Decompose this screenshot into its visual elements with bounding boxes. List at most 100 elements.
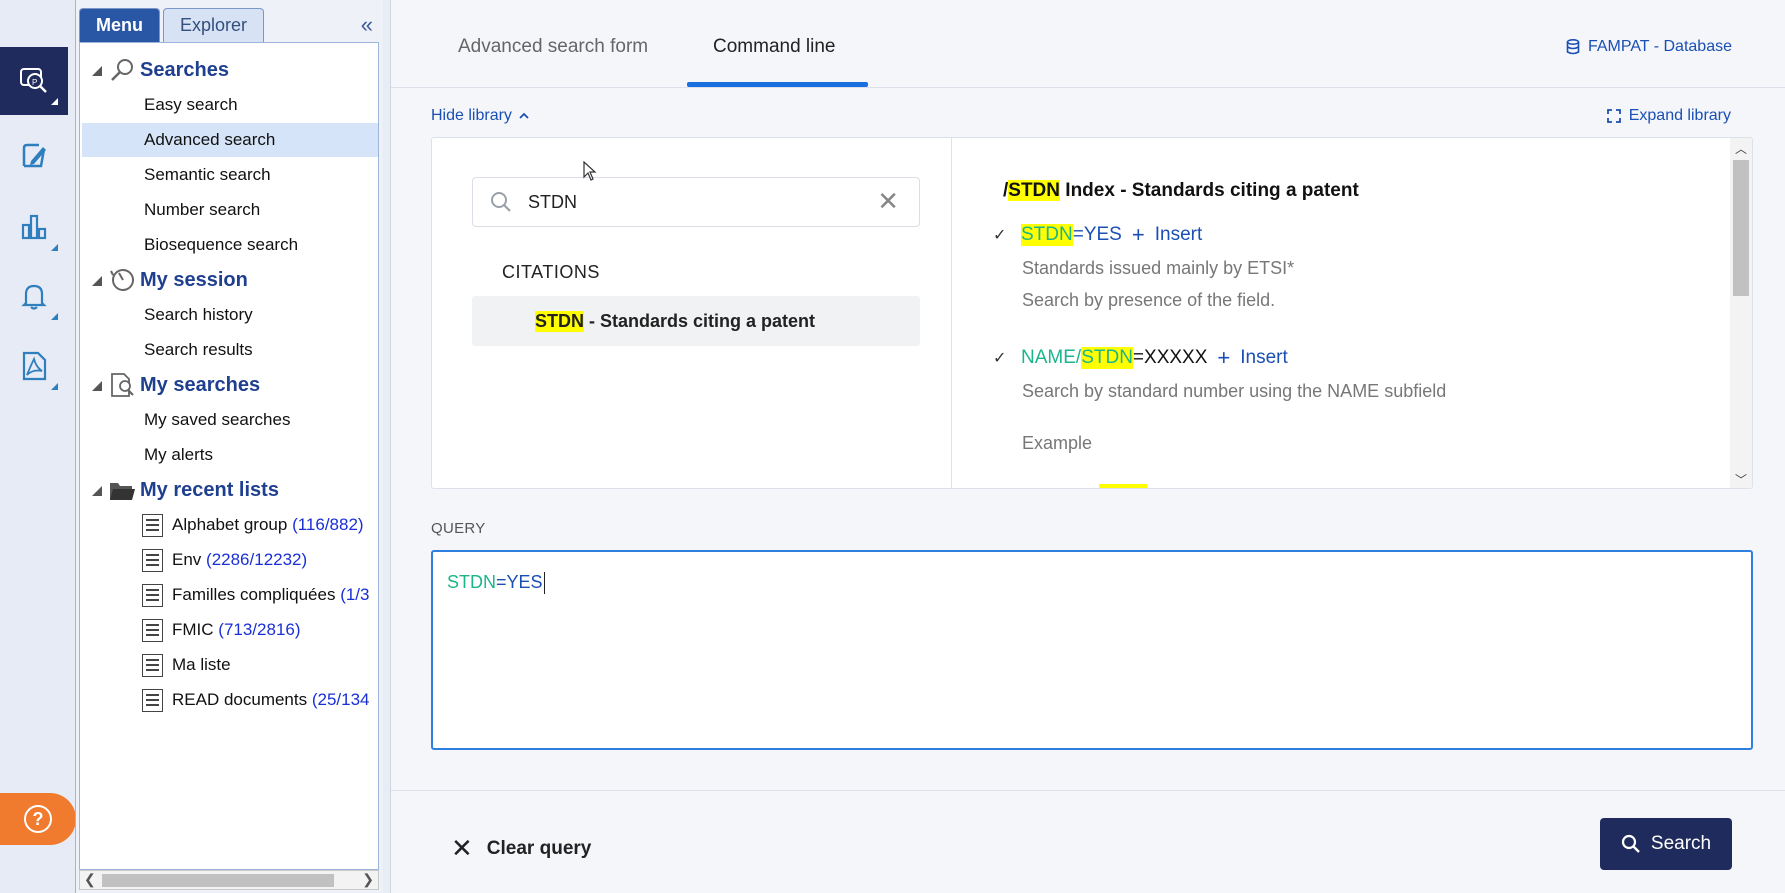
scrollbar-thumb[interactable] bbox=[102, 874, 334, 887]
insert-button[interactable]: Insert bbox=[1155, 224, 1203, 246]
rail-analytics-button[interactable] bbox=[0, 193, 68, 261]
main-panel: Advanced search form Command line FAMPAT… bbox=[390, 0, 1785, 893]
rail-edit-button[interactable] bbox=[0, 122, 68, 190]
scroll-up-icon[interactable]: ︿ bbox=[1735, 140, 1747, 157]
sidebar-item-easy-search[interactable]: Easy search bbox=[82, 88, 378, 122]
horizontal-scrollbar[interactable]: ❮ ❯ bbox=[79, 870, 379, 890]
hide-library-label: Hide library bbox=[431, 107, 512, 124]
section-my-recent-lists[interactable]: My recent lists bbox=[80, 474, 378, 506]
sidebar-item-my-alerts[interactable]: My alerts bbox=[82, 438, 378, 472]
index-title-code: STDN bbox=[1008, 180, 1061, 201]
expand-triangle-icon[interactable] bbox=[92, 276, 102, 286]
list-name: FMIC bbox=[172, 620, 214, 639]
recent-list-item[interactable]: Ma liste bbox=[82, 648, 378, 682]
query-editor[interactable]: STDN=YES bbox=[431, 550, 1753, 750]
navigation-tree: Searches Easy search Advanced search Sem… bbox=[79, 42, 379, 870]
expand-library-label: Expand library bbox=[1628, 107, 1731, 124]
close-icon: ✕ bbox=[451, 833, 473, 863]
section-searches[interactable]: Searches bbox=[80, 54, 378, 86]
scroll-left-icon[interactable]: ❮ bbox=[84, 871, 96, 888]
tab-advanced-search-form[interactable]: Advanced search form bbox=[458, 36, 648, 58]
syntax-prefix: NAME/ bbox=[1021, 347, 1082, 368]
sidebar-item-number-search[interactable]: Number search bbox=[82, 193, 378, 227]
library-result-item[interactable]: STDN - Standards citing a patent bbox=[472, 296, 920, 346]
section-label: Searches bbox=[140, 58, 229, 81]
scrollbar-thumb[interactable] bbox=[1733, 160, 1749, 296]
query-label: QUERY bbox=[431, 520, 486, 537]
action-bar: ✕ Clear query Search bbox=[391, 790, 1785, 893]
expand-triangle-icon[interactable] bbox=[92, 381, 102, 391]
check-icon: ✓ bbox=[993, 350, 1007, 367]
bell-icon bbox=[21, 284, 47, 310]
recent-list-item[interactable]: Familles compliquées (1/3 bbox=[82, 578, 378, 612]
search-icon bbox=[1621, 834, 1640, 853]
insert-button[interactable]: Insert bbox=[1240, 347, 1288, 369]
sidebar-item-biosequence-search[interactable]: Biosequence search bbox=[82, 228, 378, 262]
saved-search-icon bbox=[111, 373, 134, 397]
database-icon bbox=[1566, 39, 1580, 55]
section-my-searches[interactable]: My searches bbox=[80, 369, 378, 401]
database-selector[interactable]: FAMPAT - Database bbox=[1566, 38, 1732, 56]
tab-command-line[interactable]: Command line bbox=[713, 36, 836, 58]
section-label: My session bbox=[140, 268, 248, 291]
index-detail: /STDN Index - Standards citing a patent … bbox=[953, 138, 1743, 488]
magnifier-icon bbox=[111, 59, 133, 81]
list-name: Familles compliquées bbox=[172, 585, 336, 604]
active-tab-indicator bbox=[687, 82, 868, 87]
library-search-input[interactable] bbox=[528, 188, 858, 216]
clear-query-button[interactable]: ✕ Clear query bbox=[451, 833, 591, 864]
patent-search-icon: P bbox=[20, 68, 47, 93]
list-count: (1/3 bbox=[340, 585, 370, 604]
sidebar-item-semantic-search[interactable]: Semantic search bbox=[82, 158, 378, 192]
expand-triangle-icon[interactable] bbox=[92, 486, 102, 496]
list-name: Alphabet group bbox=[172, 515, 288, 534]
sidebar-tab-menu[interactable]: Menu bbox=[79, 8, 160, 42]
hide-library-link[interactable]: Hide library bbox=[431, 107, 530, 125]
expand-library-link[interactable]: Expand library bbox=[1606, 107, 1731, 125]
syntax-suffix: =YES bbox=[1072, 224, 1122, 245]
sidebar-item-search-history[interactable]: Search history bbox=[82, 298, 378, 332]
result-text: - Standards citing a patent bbox=[584, 310, 816, 331]
clear-search-icon[interactable]: ✕ bbox=[877, 188, 899, 214]
mouse-cursor-icon bbox=[583, 161, 597, 181]
edit-icon bbox=[22, 143, 46, 168]
insert-plus-icon[interactable]: + bbox=[1132, 222, 1145, 248]
sidebar-item-advanced-search[interactable]: Advanced search bbox=[82, 123, 378, 157]
help-icon: ? bbox=[24, 805, 52, 833]
recent-list-item[interactable]: READ documents (25/134 bbox=[82, 683, 378, 717]
library-search-box[interactable]: ✕ bbox=[472, 177, 920, 227]
list-count: (713/2816) bbox=[218, 620, 301, 639]
list-name: Ma liste bbox=[172, 655, 231, 674]
index-title-text: Index - Standards citing a patent bbox=[1060, 180, 1359, 201]
recent-list-item[interactable]: Env (2286/12232) bbox=[82, 543, 378, 577]
scroll-right-icon[interactable]: ❯ bbox=[362, 871, 374, 888]
sidebar-item-search-results[interactable]: Search results bbox=[82, 333, 378, 367]
sidebar-tab-explorer[interactable]: Explorer bbox=[163, 8, 265, 42]
collapse-sidebar-icon[interactable]: « bbox=[361, 12, 373, 38]
rail-alerts-button[interactable] bbox=[0, 262, 68, 330]
query-text[interactable]: STDN=YES bbox=[447, 572, 545, 595]
scroll-down-icon[interactable]: ﹀ bbox=[1735, 471, 1747, 488]
help-button[interactable]: ? bbox=[0, 793, 76, 845]
list-document-icon bbox=[142, 514, 163, 537]
recent-list-item[interactable]: Alphabet group (116/882) bbox=[82, 508, 378, 542]
section-my-session[interactable]: My session bbox=[80, 264, 378, 296]
list-document-icon bbox=[142, 654, 163, 677]
search-button[interactable]: Search bbox=[1600, 818, 1732, 870]
list-name: READ documents bbox=[172, 690, 308, 709]
rail-patent-search-button[interactable]: P bbox=[0, 47, 68, 115]
syntax-description: Standards issued mainly by ETSI* bbox=[1022, 258, 1295, 278]
list-document-icon bbox=[142, 584, 163, 607]
database-label: FAMPAT - Database bbox=[1587, 38, 1732, 55]
expand-triangle-icon[interactable] bbox=[92, 66, 102, 76]
list-document-icon bbox=[142, 549, 163, 572]
insert-plus-icon[interactable]: + bbox=[1217, 345, 1230, 371]
command-library-panel: ✕ CITATIONS STDN - Standards citing a pa… bbox=[431, 137, 1753, 489]
vertical-scrollbar[interactable]: ︿ ﹀ bbox=[1730, 138, 1752, 488]
sidebar-item-my-saved-searches[interactable]: My saved searches bbox=[82, 403, 378, 437]
list-name: Env bbox=[172, 550, 202, 569]
rail-pdf-button[interactable] bbox=[0, 332, 68, 400]
expand-icon bbox=[1606, 109, 1621, 123]
recent-list-item[interactable]: FMIC (713/2816) bbox=[82, 613, 378, 647]
index-title: /STDN Index - Standards citing a patent bbox=[1003, 180, 1359, 202]
